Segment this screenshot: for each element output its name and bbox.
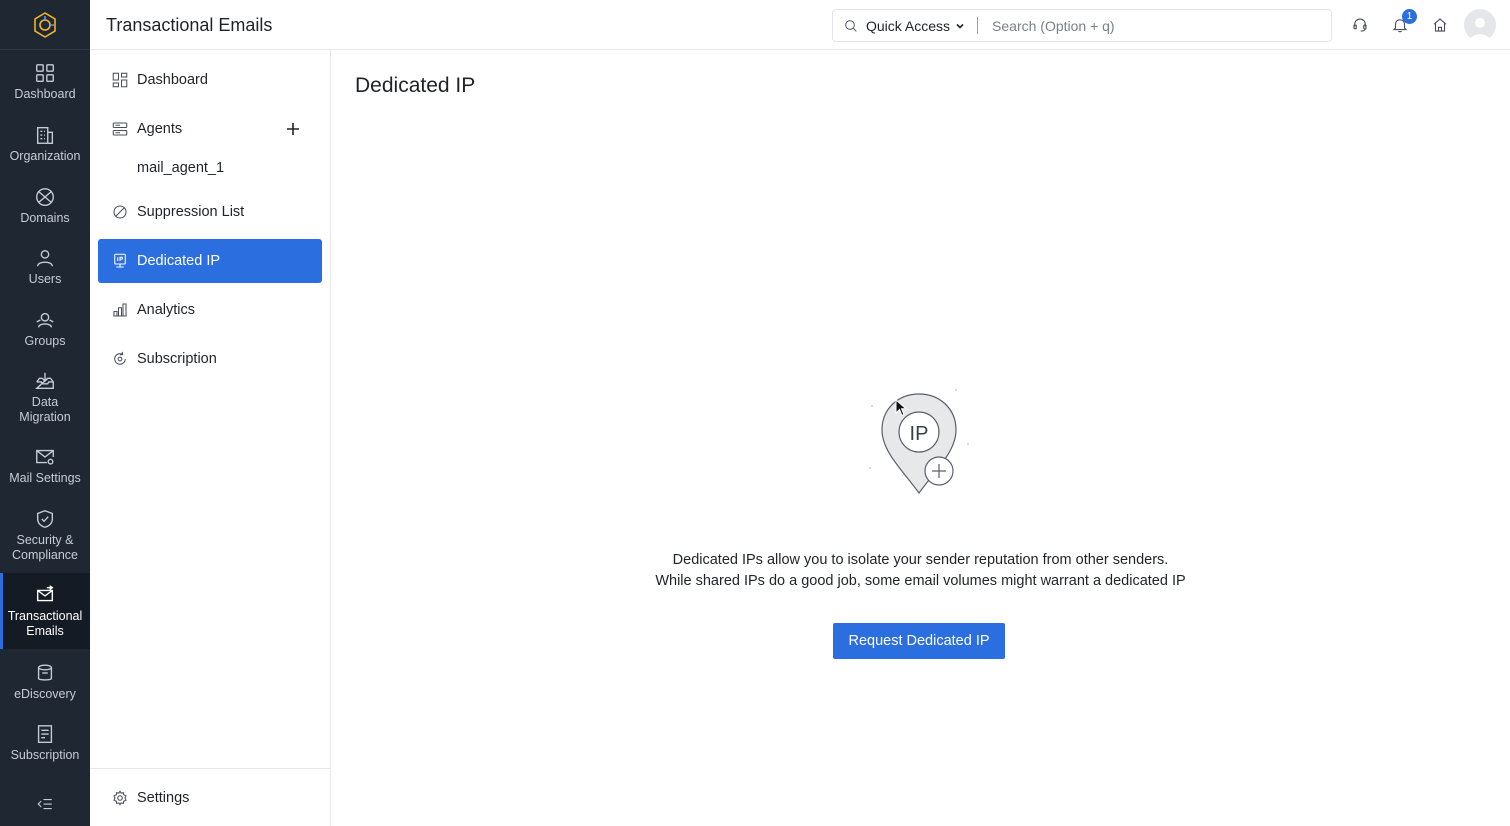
rail-item-label: Groups — [24, 334, 66, 348]
main-rail: Dashboard Organization Domains Users Gro… — [0, 0, 90, 826]
archive-icon — [37, 664, 53, 681]
nav-item-label: Suppression List — [137, 204, 245, 220]
ip-monitor-icon — [114, 253, 126, 268]
nav-subitem-label: mail_agent_1 — [137, 160, 225, 176]
nav-item-label: Subscription — [137, 351, 217, 367]
notifications-button[interactable]: 1 — [1389, 9, 1417, 36]
top-header: Transactional Emails Quick Access 1 — [90, 0, 1510, 50]
headset-icon — [1353, 18, 1367, 32]
search-divider — [977, 17, 979, 34]
rail-item-label: Organization — [9, 149, 81, 163]
mail-gear-icon — [36, 449, 54, 465]
agents-server-icon — [112, 122, 128, 136]
rail-item-subscription[interactable]: Subscription — [0, 717, 90, 769]
rail-item-mail-settings[interactable]: Mail Settings — [0, 440, 90, 492]
add-agent-button[interactable] — [287, 120, 306, 138]
rail-item-label: Mail Settings — [9, 471, 81, 485]
rail-item-organization[interactable]: Organization — [0, 118, 90, 170]
nav-footer: Settings — [90, 768, 330, 826]
page-section-title: Transactional Emails — [106, 15, 273, 35]
rail-item-dashboard[interactable]: Dashboard — [0, 56, 90, 108]
gear-icon — [113, 790, 127, 806]
rail-item-security-compliance[interactable]: Security & Compliance — [0, 502, 90, 568]
app-logo[interactable] — [0, 0, 90, 50]
nav-item-dashboard[interactable]: Dashboard — [98, 58, 322, 102]
rail-item-label-line2: Compliance — [11, 547, 78, 562]
home-button[interactable] — [1429, 14, 1451, 36]
dedicated-ip-description: Dedicated IPs allow you to isolate your … — [331, 550, 1510, 592]
user-avatar[interactable] — [1464, 9, 1496, 41]
page-title: Dedicated IP — [355, 74, 476, 97]
avatar-person-icon — [1470, 18, 1490, 41]
home-icon — [1433, 18, 1447, 32]
building-icon — [36, 126, 54, 144]
rail-item-label-line2: Migration — [19, 409, 71, 424]
rail-item-groups[interactable]: Groups — [0, 303, 90, 355]
rail-item-data-migration[interactable]: Data Migration — [0, 364, 90, 430]
rail-item-transactional-emails[interactable]: Transactional Emails — [0, 573, 90, 649]
search-icon — [845, 19, 857, 32]
nav-item-label: Settings — [137, 790, 190, 806]
transactional-emails-nav: Dashboard Agents mail_agent_1 Suppressio… — [90, 50, 331, 826]
description-line-2: While shared IPs do a good job, some ema… — [655, 573, 1186, 589]
rail-item-users[interactable]: Users — [0, 241, 90, 293]
plus-icon — [287, 123, 299, 135]
description-line-1: Dedicated IPs allow you to isolate your … — [672, 552, 1169, 568]
nav-item-label: Dashboard — [137, 72, 208, 88]
rail-item-label: Dashboard — [14, 87, 76, 101]
inbox-download-icon — [34, 372, 54, 389]
collapse-rail-button[interactable] — [0, 782, 90, 826]
nav-item-dedicated-ip[interactable]: Dedicated IP — [98, 239, 322, 283]
app-window: Dashboard Organization Domains Users Gro… — [0, 0, 1510, 826]
nav-item-label: Agents — [137, 121, 183, 137]
shield-check-icon — [36, 509, 54, 528]
global-search-bar: Quick Access — [832, 9, 1332, 42]
nav-item-suppression-list[interactable]: Suppression List — [98, 190, 322, 234]
nav-subitem-mail-agent-1[interactable]: mail_agent_1 — [98, 153, 322, 183]
rail-item-label-line1: Transactional — [7, 608, 83, 623]
quick-access-label: Quick Access — [866, 17, 951, 34]
support-button[interactable] — [1349, 14, 1371, 36]
nav-item-settings[interactable]: Settings — [98, 776, 322, 820]
search-input[interactable] — [992, 17, 1313, 34]
grid-icon — [36, 64, 54, 82]
collapse-menu-icon — [37, 798, 52, 810]
receipt-icon — [37, 725, 53, 743]
quick-access-dropdown[interactable]: Quick Access — [866, 18, 965, 34]
rail-item-label: eDiscovery — [14, 687, 76, 701]
illustration-ip-text: IP — [910, 423, 929, 445]
rail-item-label-line2: Emails — [26, 623, 64, 638]
nav-item-label: Analytics — [137, 302, 196, 318]
dashboard-icon — [112, 72, 128, 88]
nav-item-analytics[interactable]: Analytics — [98, 288, 322, 332]
rail-item-label-line1: Security & — [16, 532, 74, 547]
mouse-cursor-icon — [895, 399, 907, 417]
rail-item-label: Subscription — [10, 748, 80, 762]
nav-item-label: Dedicated IP — [137, 253, 221, 269]
mail-send-icon — [36, 584, 54, 601]
user-icon — [36, 249, 54, 267]
zoho-mail-logo-icon — [34, 11, 56, 38]
bar-chart-icon — [113, 303, 127, 317]
rail-item-domains[interactable]: Domains — [0, 180, 90, 232]
ban-icon — [113, 205, 127, 219]
request-dedicated-ip-button[interactable]: Request Dedicated IP — [833, 623, 1005, 659]
nav-item-agents[interactable]: Agents — [98, 107, 322, 151]
rail-item-label: Users — [28, 272, 62, 286]
rail-item-label-line1: Data — [31, 394, 59, 409]
notification-badge: 1 — [1402, 9, 1417, 24]
rail-item-ediscovery[interactable]: eDiscovery — [0, 656, 90, 708]
group-icon — [36, 312, 54, 328]
ip-location-pin-icon: IP — [869, 389, 969, 495]
rail-item-label: Domains — [20, 211, 70, 225]
globe-icon — [36, 188, 54, 206]
nav-item-subscription[interactable]: Subscription — [98, 337, 322, 381]
main-content: Dedicated IP IP Dedicated IPs allow you … — [331, 50, 1510, 826]
chevron-down-icon — [956, 23, 964, 29]
subscription-refresh-icon — [114, 351, 126, 365]
